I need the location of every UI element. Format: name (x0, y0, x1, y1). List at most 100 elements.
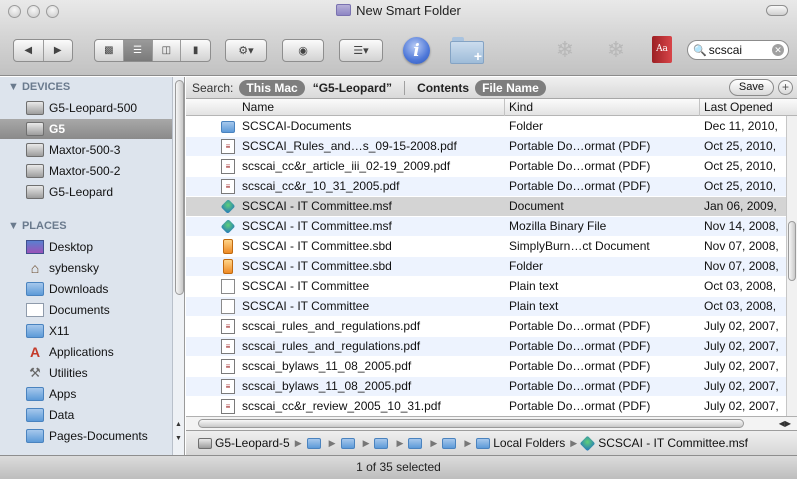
pdf-icon: ≡ (221, 179, 235, 194)
table-row[interactable]: ≡ scscai_rules_and_regulations.pdf Portabl… (186, 337, 786, 356)
dictionary-button[interactable]: Aa (652, 36, 672, 63)
action-gear-button[interactable]: ⚙▾ (225, 39, 267, 62)
table-row[interactable]: SCSCAI-Documents Folder Dec 11, 2010, (186, 117, 786, 136)
scope-file-name[interactable]: File Name (475, 79, 546, 96)
places-header[interactable]: ▼ PLACES (8, 220, 67, 232)
disk-icon (26, 101, 44, 115)
path-folder-icon[interactable] (442, 437, 457, 449)
table-row[interactable]: SCSCAI - IT Committee Plain text Oct 03, 2… (186, 277, 786, 296)
sidebar-item[interactable]: A Applications (0, 342, 172, 362)
burn-icon[interactable]: ❄ (552, 37, 578, 63)
table-row[interactable]: SCSCAI - IT Committee.msf Mozilla Binary … (186, 217, 786, 236)
list-vertical-scroll-thumb[interactable] (788, 221, 796, 281)
path-folder-icon[interactable] (340, 437, 355, 449)
table-row[interactable]: SCSCAI - IT Committee.sbd Folder Nov 07, 2… (186, 257, 786, 276)
sidebar-item[interactable]: G5-Leopard-500 (0, 98, 172, 118)
sidebar-scrollbar[interactable]: ▲ ▼ (172, 77, 184, 455)
file-kind-cell: Portable Do…ormat (PDF) (509, 339, 651, 353)
desktop-icon (26, 240, 44, 254)
sidebar-item[interactable]: Downloads (0, 279, 172, 299)
scope-contents[interactable]: Contents (417, 81, 469, 95)
sidebar-item[interactable]: Desktop (0, 237, 172, 257)
column-view-button[interactable]: ◫ (153, 40, 182, 61)
path-folder-icon[interactable] (408, 437, 423, 449)
quick-look-button[interactable]: ◉ (282, 39, 324, 62)
coverflow-view-button[interactable]: ▮ (181, 40, 210, 61)
scroll-down-arrow[interactable]: ▼ (175, 435, 182, 442)
eye-icon: ◉ (298, 45, 308, 57)
table-row[interactable]: SCSCAI - IT Committee.sbd SimplyBurn…ct D… (186, 237, 786, 256)
clear-search-icon[interactable]: ✕ (772, 44, 784, 56)
list-vertical-scrollbar[interactable] (786, 116, 797, 429)
path-folder-icon[interactable] (306, 437, 321, 449)
path-root[interactable]: G5-Leopard-5 (215, 436, 290, 450)
path-arrow-icon: ▶ (464, 437, 472, 448)
sidebar-item[interactable]: Maxtor-500-3 (0, 140, 172, 160)
table-row[interactable]: SCSCAI - IT Committee.msf Document Jan 06,… (186, 197, 786, 216)
path-folder-icon[interactable] (374, 437, 389, 449)
sidebar-item[interactable]: Pages-Documents (0, 426, 172, 446)
table-row[interactable]: ≡ scscai_cc&r_review_2005_10_31.pdf Portab… (186, 397, 786, 416)
last-opened-column-header[interactable]: Last Opened (704, 100, 773, 114)
sidebar-scroll-thumb[interactable] (175, 80, 184, 295)
sidebar-item[interactable]: X11 (0, 321, 172, 341)
path-file[interactable]: SCSCAI - IT Committee.msf (598, 436, 748, 450)
sidebar-item-label: G5-Leopard-500 (49, 101, 138, 115)
sidebar-item[interactable]: G5 (0, 119, 172, 139)
sidebar-item-label: Desktop (49, 240, 94, 254)
sidebar-item[interactable]: Documents (0, 300, 172, 320)
save-search-button[interactable]: Save (728, 79, 774, 96)
file-kind-cell: Portable Do…ormat (PDF) (509, 359, 651, 373)
arrange-button[interactable]: ☰▾ (339, 39, 383, 62)
sidebar-item[interactable]: G5-Leopard (0, 182, 172, 202)
scroll-up-arrow[interactable]: ▲ (175, 421, 182, 428)
scope-this-mac[interactable]: This Mac (239, 79, 305, 96)
new-folder-button[interactable]: + (450, 35, 484, 65)
path-local-folders[interactable]: Local Folders (493, 436, 565, 450)
horizontal-scroll-thumb[interactable] (198, 419, 744, 428)
icon-view-button[interactable]: ▩ (95, 40, 124, 61)
table-row[interactable]: ≡ scscai_rules_and_regulations.pdf Portabl… (186, 317, 786, 336)
list-view-button[interactable]: ☰ (123, 40, 153, 61)
home-icon: ⌂ (30, 260, 40, 276)
toolbar-toggle-button[interactable] (766, 5, 788, 16)
sidebar-item[interactable]: ⌂ sybensky (0, 258, 172, 278)
table-row[interactable]: ≡ scscai_bylaws_11_08_2005.pdf Portable Do… (186, 377, 786, 396)
sidebar-item[interactable]: ⚒ Utilities (0, 363, 172, 383)
add-criteria-button[interactable]: + (778, 80, 793, 95)
sidebar-item[interactable]: Apps (0, 384, 172, 404)
text-icon (221, 299, 235, 314)
sidebar-item[interactable]: Maxtor-500-2 (0, 161, 172, 181)
table-row[interactable]: ≡ scscai_cc&r_10_31_2005.pdf Portable Do…o… (186, 177, 786, 196)
name-column-header[interactable]: Name (242, 100, 274, 114)
table-row[interactable]: ≡ scscai_cc&r_article_iii_02-19_2009.pdf P… (186, 157, 786, 176)
kind-column-header[interactable]: Kind (509, 100, 533, 114)
eject-icon[interactable]: ❄ (603, 37, 629, 63)
table-row[interactable]: SCSCAI - IT Committee Plain text Oct 03, 2… (186, 297, 786, 316)
table-row[interactable]: ≡ scscai_bylaws_11_08_2005.pdf Portable Do… (186, 357, 786, 376)
sidebar-item-label: sybensky (49, 261, 100, 275)
sidebar-item-label: Apps (49, 387, 77, 401)
sbd-icon (223, 259, 233, 274)
search-field[interactable]: 🔍 scscai ✕ (687, 40, 789, 60)
window-title: New Smart Folder (0, 3, 797, 18)
get-info-button[interactable]: i (403, 37, 430, 64)
file-date-cell: Nov 14, 2008, (704, 219, 779, 233)
back-button[interactable]: ◀ (14, 40, 44, 61)
scope-divider (404, 80, 406, 95)
sidebar-item-label: Maxtor-500-3 (49, 143, 121, 157)
list-horizontal-scrollbar[interactable]: ◀▶ (186, 416, 797, 430)
file-kind-cell: Portable Do…ormat (PDF) (509, 179, 651, 193)
folder-icon (26, 429, 44, 443)
info-icon: i (413, 40, 420, 61)
sidebar-item[interactable]: Data (0, 405, 172, 425)
scope-location[interactable]: “G5-Leopard” (313, 81, 392, 95)
file-date-cell: Oct 25, 2010, (704, 179, 777, 193)
devices-header[interactable]: ▼ DEVICES (8, 81, 70, 93)
file-kind-cell: Portable Do…ormat (PDF) (509, 399, 651, 413)
table-row[interactable]: ≡ SCSCAI_Rules_and…s_09-15-2008.pdf Portab… (186, 137, 786, 156)
forward-button[interactable]: ▶ (44, 40, 73, 61)
sidebar-item-label: Downloads (49, 282, 109, 296)
horizontal-scroll-arrows[interactable]: ◀▶ (779, 417, 791, 430)
search-input[interactable]: scscai (709, 43, 742, 57)
